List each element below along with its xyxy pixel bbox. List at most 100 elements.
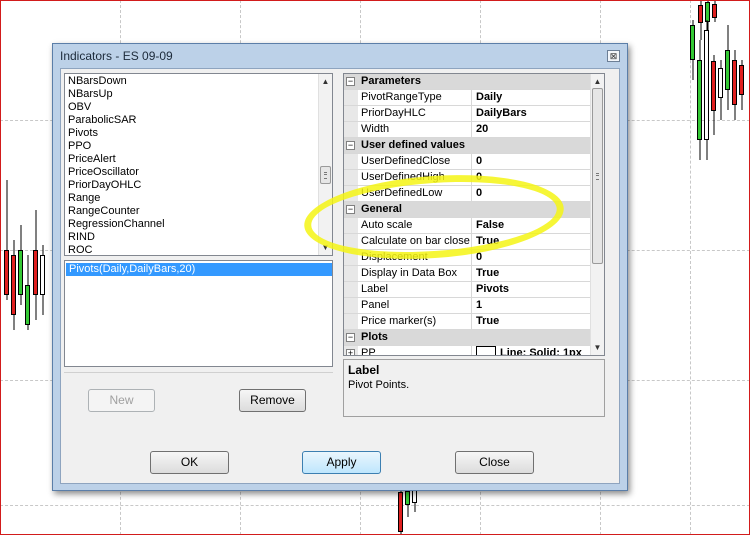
scroll-up-icon[interactable]: ▲	[319, 75, 332, 88]
list-item[interactable]: NBarsDown	[65, 75, 332, 88]
property-row[interactable]: Display in Data Box True	[344, 266, 604, 282]
property-value[interactable]: 0	[473, 170, 590, 185]
property-row[interactable]: Width 20	[344, 122, 604, 138]
list-item[interactable]: NBarsUp	[65, 88, 332, 101]
property-value[interactable]: 0	[473, 250, 590, 265]
collapse-icon[interactable]: −	[346, 205, 355, 214]
candlestick	[698, 0, 703, 40]
dialog-titlebar[interactable]: Indicators - ES 09-09 ⊠	[53, 44, 627, 68]
list-item[interactable]: PPO	[65, 140, 332, 153]
list-item[interactable]: RegressionChannel	[65, 218, 332, 231]
property-value[interactable]: True	[473, 266, 590, 281]
plot-style-text: Line; Solid; 1px	[500, 347, 582, 356]
property-row[interactable]: Displacement 0	[344, 250, 604, 266]
property-value[interactable]: True	[473, 314, 590, 329]
indicator-list-scrollbar[interactable]: ▲ ▼	[318, 74, 332, 255]
category-title: User defined values	[361, 139, 465, 151]
scrollbar-thumb[interactable]	[592, 88, 603, 264]
properties-grid-scrollbar[interactable]: ▲ ▼	[590, 74, 604, 355]
property-name: Display in Data Box	[358, 266, 472, 281]
candlestick	[25, 255, 30, 330]
applied-indicators-list[interactable]: Pivots(Daily,DailyBars,20)	[64, 260, 333, 367]
property-name: Displacement	[358, 250, 472, 265]
scroll-down-icon[interactable]: ▼	[591, 341, 604, 354]
property-value[interactable]: DailyBars	[473, 106, 590, 121]
list-item[interactable]: Pivots	[65, 127, 332, 140]
property-value[interactable]: True	[473, 234, 590, 249]
properties-grid[interactable]: − Parameters PivotRangeType Daily PriorDay…	[343, 73, 605, 356]
property-name: PP	[358, 346, 472, 355]
category-user-defined[interactable]: − User defined values	[344, 138, 604, 154]
property-name: UserDefinedHigh	[358, 170, 472, 185]
remove-button[interactable]: Remove	[239, 389, 306, 412]
property-value[interactable]: 0	[473, 186, 590, 201]
candlestick	[40, 245, 45, 315]
candlestick	[739, 60, 744, 110]
property-value[interactable]: False	[473, 218, 590, 233]
list-item[interactable]: ROC	[65, 244, 332, 255]
property-value[interactable]: 1	[473, 298, 590, 313]
property-name: PivotRangeType	[358, 90, 472, 105]
category-plots[interactable]: − Plots	[344, 330, 604, 346]
list-item[interactable]: Range	[65, 192, 332, 205]
applied-indicator-item[interactable]: Pivots(Daily,DailyBars,20)	[66, 263, 332, 276]
property-name: Panel	[358, 298, 472, 313]
indicators-dialog: Indicators - ES 09-09 ⊠ NBarsDown NBarsU…	[52, 43, 628, 491]
property-value[interactable]: 20	[473, 122, 590, 137]
property-row[interactable]: PriorDayHLC DailyBars	[344, 106, 604, 122]
dialog-client: NBarsDown NBarsUp OBV ParabolicSAR Pivot…	[60, 68, 620, 484]
property-row[interactable]: Panel 1	[344, 298, 604, 314]
close-icon[interactable]: ⊠	[607, 50, 620, 62]
category-general[interactable]: − General	[344, 202, 604, 218]
property-row[interactable]: + PP Line; Solid; 1px	[344, 346, 604, 356]
candlestick	[697, 40, 702, 160]
collapse-icon[interactable]: −	[346, 77, 355, 86]
list-item[interactable]: RIND	[65, 231, 332, 244]
indicator-list[interactable]: NBarsDown NBarsUp OBV ParabolicSAR Pivot…	[64, 73, 333, 256]
property-row[interactable]: UserDefinedLow 0	[344, 186, 604, 202]
property-name: UserDefinedClose	[358, 154, 472, 169]
candlestick	[4, 180, 9, 300]
property-row[interactable]: UserDefinedClose 0	[344, 154, 604, 170]
list-item[interactable]: ParabolicSAR	[65, 114, 332, 127]
scrollbar-thumb[interactable]	[320, 166, 331, 184]
property-value[interactable]: Line; Solid; 1px	[473, 346, 590, 356]
property-row[interactable]: Label Pivots	[344, 282, 604, 298]
collapse-icon[interactable]: −	[346, 333, 355, 342]
category-parameters[interactable]: − Parameters	[344, 74, 604, 90]
new-button[interactable]: New	[88, 389, 155, 412]
property-row[interactable]: PivotRangeType Daily	[344, 90, 604, 106]
list-item[interactable]: RangeCounter	[65, 205, 332, 218]
chart-gridline	[690, 0, 691, 535]
property-name: Auto scale	[358, 218, 472, 233]
description-title: Label	[348, 363, 380, 377]
plot-style-swatch-icon	[476, 346, 496, 355]
scroll-down-icon[interactable]: ▼	[319, 241, 332, 254]
property-value[interactable]: Pivots	[473, 282, 590, 297]
property-row[interactable]: Calculate on bar close True	[344, 234, 604, 250]
property-value[interactable]: Daily	[473, 90, 590, 105]
property-row[interactable]: Price marker(s) True	[344, 314, 604, 330]
apply-button[interactable]: Apply	[302, 451, 381, 474]
list-item[interactable]: PriceOscillator	[65, 166, 332, 179]
candlestick	[398, 487, 403, 535]
candlestick	[33, 210, 38, 320]
property-name: Calculate on bar close	[358, 234, 472, 249]
ok-button[interactable]: OK	[150, 451, 229, 474]
expand-icon[interactable]: +	[346, 349, 355, 355]
property-row[interactable]: Auto scale False	[344, 218, 604, 234]
candlestick	[11, 240, 16, 330]
property-row[interactable]: UserDefinedHigh 0	[344, 170, 604, 186]
list-item[interactable]: OBV	[65, 101, 332, 114]
list-item[interactable]: PriceAlert	[65, 153, 332, 166]
close-button[interactable]: Close	[455, 451, 534, 474]
dialog-title: Indicators - ES 09-09	[60, 49, 173, 63]
scroll-up-icon[interactable]: ▲	[591, 75, 604, 88]
collapse-icon[interactable]: −	[346, 141, 355, 150]
list-item[interactable]: PriorDayOHLC	[65, 179, 332, 192]
candlestick	[405, 487, 410, 517]
category-title: Plots	[361, 331, 388, 343]
property-name: UserDefinedLow	[358, 186, 472, 201]
property-value[interactable]: 0	[473, 154, 590, 169]
candlestick	[704, 20, 709, 160]
